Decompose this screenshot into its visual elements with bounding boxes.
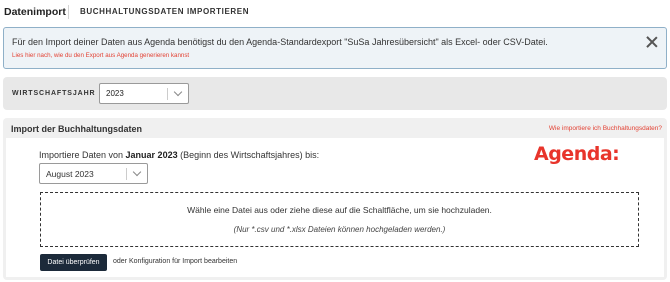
dropzone-file-types: (Nur *.csv und *.xlsx Dateien können hoc… xyxy=(233,225,446,234)
import-range-text: Importiere Daten von Januar 2023 (Beginn… xyxy=(39,150,319,160)
fiscal-year-label: WIRTSCHAFTSJAHR xyxy=(12,90,96,97)
export-help-link[interactable]: Lies hier nach, wie du den Export aus Ag… xyxy=(12,52,189,59)
fiscal-year-bar: WIRTSCHAFTSJAHR 2023 xyxy=(3,77,667,110)
chevron-down-icon xyxy=(132,167,142,177)
edit-import-config-link[interactable]: oder Konfiguration für Import bearbeiten xyxy=(113,258,237,265)
check-file-button[interactable]: Datei überprüfen xyxy=(40,254,107,271)
select-divider xyxy=(167,88,168,100)
agenda-logo: Agenda: xyxy=(534,143,620,165)
info-banner: Für den Import deiner Daten aus Agenda b… xyxy=(3,27,667,69)
select-divider xyxy=(126,168,127,180)
chevron-down-icon xyxy=(173,87,183,97)
breadcrumb-datenimport[interactable]: Datenimport xyxy=(4,6,66,18)
file-dropzone[interactable]: Wähle eine Datei aus oder ziehe diese au… xyxy=(40,192,639,247)
import-panel-body: Importiere Daten von Januar 2023 (Beginn… xyxy=(6,138,664,277)
close-icon[interactable] xyxy=(646,36,658,48)
header-divider xyxy=(68,5,69,19)
fiscal-year-select[interactable]: 2023 xyxy=(99,83,189,104)
import-panel-title: Import der Buchhaltungsdaten xyxy=(11,124,143,134)
dropzone-instruction: Wähle eine Datei aus oder ziehe diese au… xyxy=(187,205,492,215)
info-text: Für den Import deiner Daten aus Agenda b… xyxy=(12,37,548,47)
page-title: BUCHHALTUNGSDATEN IMPORTIEREN xyxy=(80,7,250,16)
end-month-select[interactable]: August 2023 xyxy=(39,163,148,184)
import-text-prefix: Importiere Daten von xyxy=(39,150,126,160)
page-header: Datenimport BUCHHALTUNGSDATEN IMPORTIERE… xyxy=(0,0,670,24)
end-month-value: August 2023 xyxy=(46,169,94,179)
import-help-link[interactable]: Wie importiere ich Buchhaltungsdaten? xyxy=(549,125,662,132)
import-text-suffix: (Beginn des Wirtschaftsjahres) bis: xyxy=(177,150,320,160)
import-panel: Import der Buchhaltungsdaten Wie importi… xyxy=(3,118,667,280)
import-start-month: Januar 2023 xyxy=(125,150,178,160)
fiscal-year-value: 2023 xyxy=(106,89,124,98)
